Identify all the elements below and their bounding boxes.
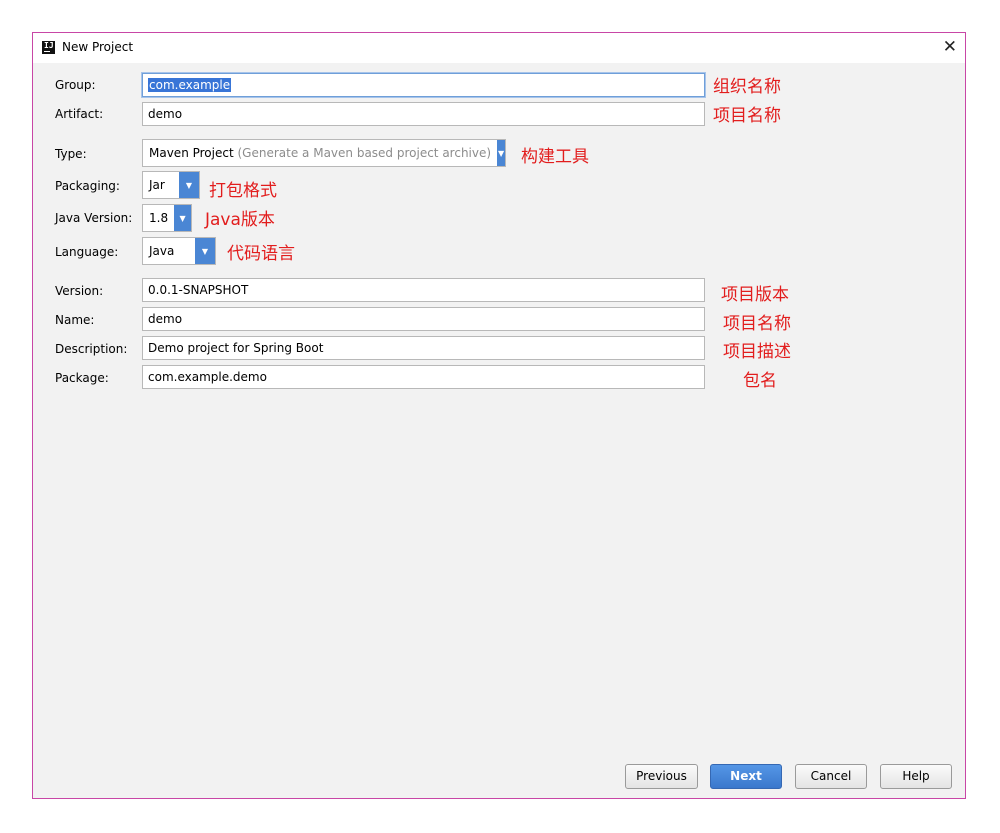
close-icon[interactable]: ✕ (943, 37, 957, 57)
description-field[interactable]: Demo project for Spring Boot (142, 336, 705, 360)
type-dropdown-text: Maven Project (Generate a Maven based pr… (143, 140, 497, 166)
intellij-logo-icon: IJ (42, 41, 55, 54)
chevron-down-icon[interactable]: ▼ (195, 238, 215, 264)
type-dropdown[interactable]: Maven Project (Generate a Maven based pr… (142, 139, 506, 167)
version-note: 项目版本 (721, 285, 789, 305)
chevron-down-icon[interactable]: ▼ (179, 172, 199, 198)
chevron-down-icon[interactable]: ▼ (174, 205, 191, 231)
group-value: com.example (148, 78, 232, 92)
description-note: 项目描述 (723, 342, 791, 362)
window-title: New Project (62, 40, 134, 54)
language-label: Language: (55, 245, 119, 259)
new-project-dialog: IJ New Project ✕ Group: com.example 组织名称… (32, 32, 966, 799)
artifact-field[interactable]: demo (142, 102, 705, 126)
type-note: 构建工具 (521, 147, 589, 167)
cancel-button[interactable]: Cancel (795, 764, 867, 789)
java-version-note: Java版本 (205, 210, 275, 230)
name-label: Name: (55, 313, 95, 327)
package-note: 包名 (743, 371, 777, 391)
packaging-dropdown[interactable]: Jar ▼ (142, 171, 200, 199)
type-value: Maven Project (149, 146, 234, 160)
java-version-label: Java Version: (55, 211, 133, 225)
group-note: 组织名称 (713, 77, 781, 97)
name-note: 项目名称 (723, 314, 791, 334)
name-field[interactable]: demo (142, 307, 705, 331)
packaging-note: 打包格式 (209, 181, 277, 201)
java-version-dropdown[interactable]: 1.8 ▼ (142, 204, 192, 232)
group-field[interactable]: com.example (142, 73, 705, 97)
type-hint: (Generate a Maven based project archive) (237, 146, 492, 160)
help-button[interactable]: Help (880, 764, 952, 789)
package-label: Package: (55, 371, 109, 385)
title-bar: IJ New Project ✕ (33, 33, 965, 63)
chevron-down-icon[interactable]: ▼ (497, 140, 505, 166)
artifact-note: 项目名称 (713, 106, 781, 126)
version-field[interactable]: 0.0.1-SNAPSHOT (142, 278, 705, 302)
previous-button[interactable]: Previous (625, 764, 698, 789)
description-label: Description: (55, 342, 128, 356)
language-dropdown[interactable]: Java ▼ (142, 237, 216, 265)
version-label: Version: (55, 284, 104, 298)
language-note: 代码语言 (227, 244, 295, 264)
language-value: Java (149, 244, 175, 258)
type-label: Type: (55, 147, 87, 161)
packaging-value: Jar (149, 178, 165, 192)
next-button[interactable]: Next (710, 764, 782, 789)
java-version-value: 1.8 (149, 211, 169, 225)
artifact-label: Artifact: (55, 107, 104, 121)
group-label: Group: (55, 78, 96, 92)
package-field[interactable]: com.example.demo (142, 365, 705, 389)
packaging-label: Packaging: (55, 179, 120, 193)
